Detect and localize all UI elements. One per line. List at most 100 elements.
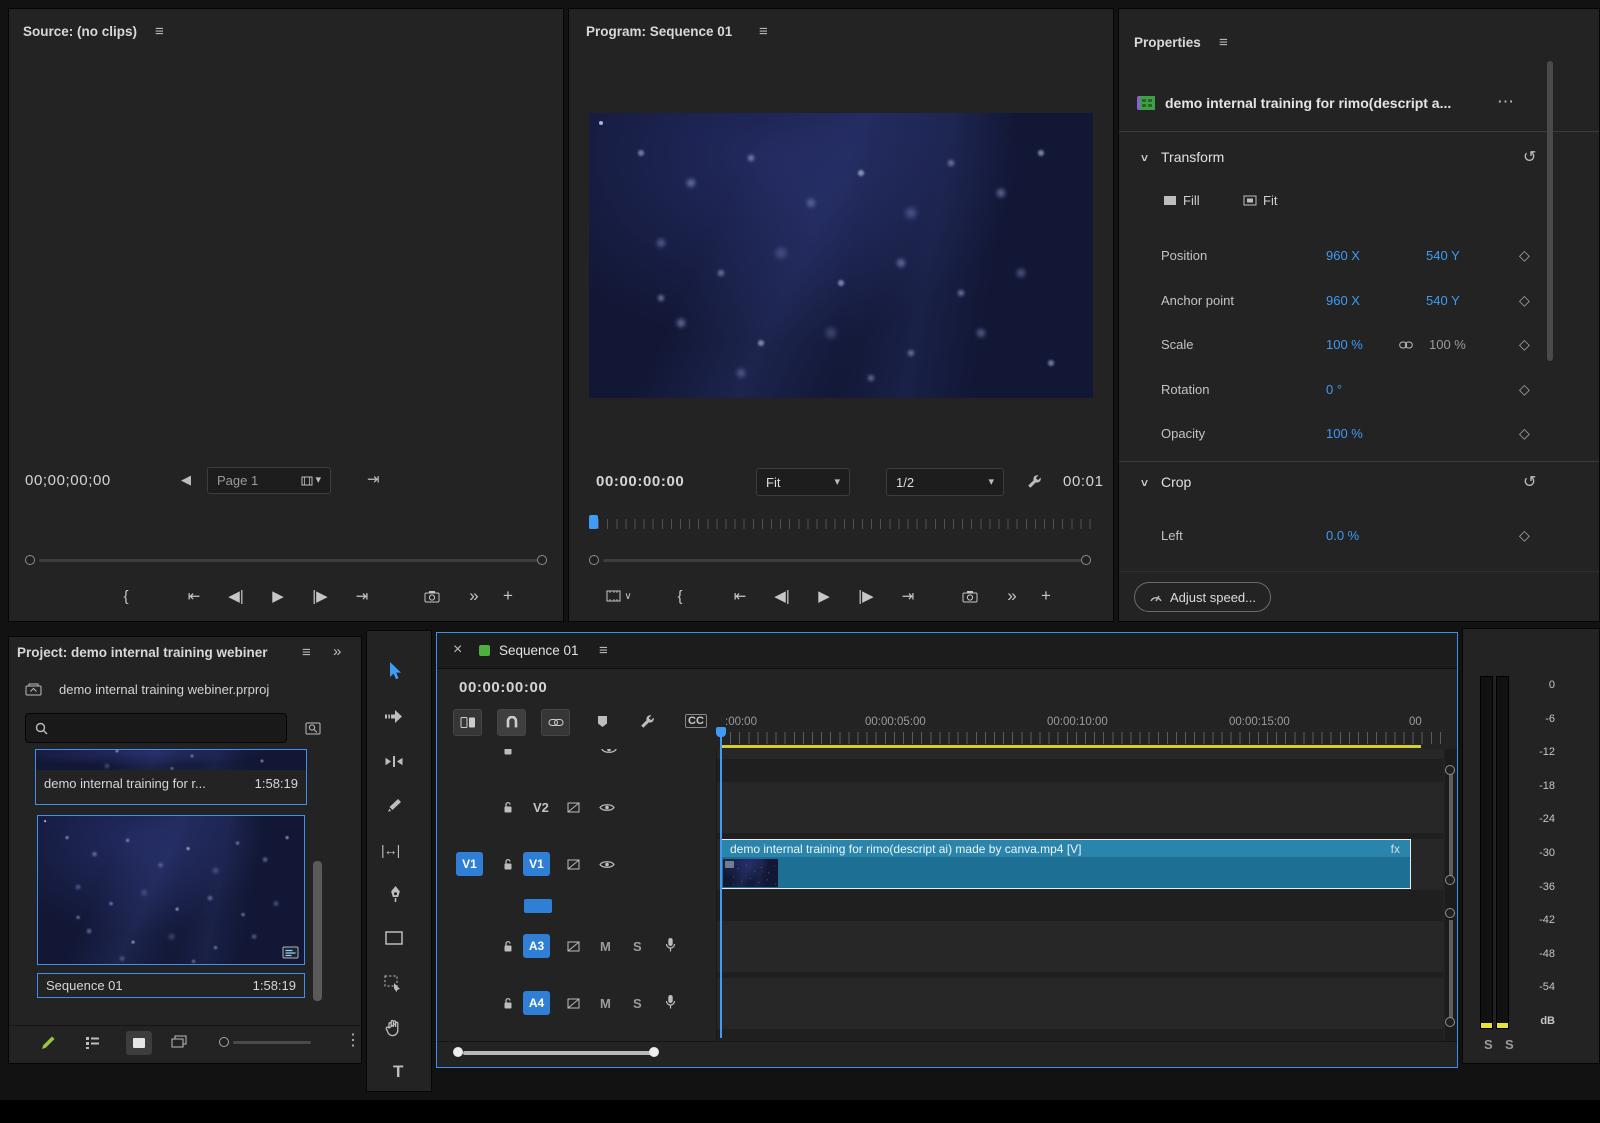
transform-section-label[interactable]: Transform <box>1161 149 1224 165</box>
meter-solo-right-button[interactable]: S <box>1505 1037 1514 1052</box>
mark-in-icon[interactable]: { <box>105 588 147 605</box>
voiceover-mic-icon[interactable] <box>665 994 676 1010</box>
audio-tracks-scrollbar[interactable] <box>1449 920 1453 1020</box>
sync-lock-icon[interactable] <box>567 859 580 870</box>
keyframe-diamond-icon[interactable]: ◇ <box>1519 247 1530 264</box>
track-v3-header[interactable] <box>437 749 717 759</box>
project-kebab-icon[interactable]: ⋮ <box>345 1033 361 1049</box>
track-a3-target[interactable]: A3 <box>523 934 550 958</box>
anchor-y-value[interactable]: 540 Y <box>1426 293 1460 308</box>
keyframe-diamond-icon[interactable]: ◇ <box>1519 336 1530 353</box>
toggle-track-output-eye-icon[interactable] <box>599 802 615 813</box>
playhead-line[interactable] <box>720 732 722 1038</box>
timeline-panel-menu-icon[interactable]: ≡ <box>599 642 608 659</box>
mute-track-button[interactable]: M <box>600 939 611 954</box>
go-to-next-edit-icon[interactable]: ⇥ <box>367 472 380 487</box>
track-v3-lane[interactable] <box>717 749 1443 759</box>
slip-tool[interactable]: |↔| <box>381 843 399 857</box>
work-area-bar[interactable] <box>721 745 1421 748</box>
scale-y-value[interactable]: 100 % <box>1429 337 1466 352</box>
insert-overwrite-button[interactable] <box>453 709 482 736</box>
play-button-icon[interactable]: ▶ <box>257 587 299 605</box>
keyframe-diamond-icon[interactable]: ◇ <box>1519 527 1530 544</box>
program-zoom-handle-left[interactable] <box>589 555 599 565</box>
search-input[interactable] <box>54 717 279 739</box>
link-scale-icon[interactable] <box>1399 341 1413 349</box>
transport-overflow-icon[interactable]: » <box>991 586 1033 606</box>
fit-button[interactable]: Fit <box>1243 193 1277 208</box>
sync-lock-icon[interactable] <box>567 941 580 952</box>
adjust-speed-button[interactable]: Adjust speed... <box>1134 582 1271 612</box>
position-y-value[interactable]: 540 Y <box>1426 248 1460 263</box>
comparison-view-icon[interactable]: ∨ <box>593 590 645 602</box>
type-tool[interactable]: T <box>393 1063 403 1080</box>
snap-button[interactable] <box>497 709 526 736</box>
captions-cc-button[interactable]: CC <box>685 714 707 728</box>
go-to-out-icon[interactable]: ⇥ <box>887 587 929 605</box>
thumbnail-size-slider-handle[interactable] <box>219 1037 229 1047</box>
clip-more-icon[interactable]: ⋯ <box>1497 93 1514 110</box>
project-item-sequence-thumbnail[interactable] <box>37 815 305 965</box>
track-divider-handle[interactable] <box>524 899 552 913</box>
crop-reset-icon[interactable]: ↺ <box>1523 472 1536 492</box>
program-playhead[interactable] <box>589 515 598 529</box>
properties-panel-menu-icon[interactable]: ≡ <box>1219 34 1228 51</box>
transform-chevron-icon[interactable]: > <box>1138 154 1152 161</box>
page-selector[interactable]: Page 1 ▾ <box>207 467 331 494</box>
step-back-icon[interactable]: ◀| <box>761 587 803 605</box>
go-to-out-icon[interactable]: ⇥ <box>341 587 383 605</box>
source-patch-v1[interactable]: V1 <box>456 852 483 876</box>
crop-section-label[interactable]: Crop <box>1161 474 1191 490</box>
selection-tool[interactable] <box>385 661 403 681</box>
panel-overflow-icon[interactable]: » <box>333 644 341 659</box>
voiceover-mic-icon[interactable] <box>665 937 676 953</box>
hand-tool[interactable] <box>384 1019 402 1037</box>
mute-track-button[interactable]: M <box>600 996 611 1011</box>
solo-track-button[interactable]: S <box>633 996 642 1011</box>
export-frame-icon[interactable] <box>411 590 453 603</box>
play-button-icon[interactable]: ▶ <box>803 587 845 605</box>
scale-x-value[interactable]: 100 % <box>1326 337 1363 352</box>
lock-track-icon[interactable] <box>502 940 514 953</box>
rectangle-tool[interactable] <box>385 931 403 945</box>
h-scroll-knob-right[interactable] <box>649 1047 659 1057</box>
playhead-head[interactable] <box>716 727 726 737</box>
icon-view-button[interactable] <box>126 1031 152 1055</box>
meter-solo-left-button[interactable]: S <box>1484 1037 1493 1052</box>
timeline-timecode[interactable]: 00:00:00:00 <box>459 679 547 696</box>
program-zoom-handle-right[interactable] <box>1081 555 1091 565</box>
transform-reset-icon[interactable]: ↺ <box>1523 147 1536 167</box>
anchor-x-value[interactable]: 960 X <box>1326 293 1360 308</box>
solo-track-button[interactable]: S <box>633 939 642 954</box>
playback-resolution-select[interactable]: 1/2 ▾ <box>886 468 1004 496</box>
crop-left-value[interactable]: 0.0 % <box>1326 528 1359 543</box>
project-item-video[interactable]: demo internal training for r... 1:58:19 <box>35 749 307 805</box>
video-tracks-scrollbar[interactable] <box>1449 771 1453 883</box>
keyframe-diamond-icon[interactable]: ◇ <box>1519 425 1530 442</box>
timeline-settings-wrench-icon[interactable] <box>640 714 655 729</box>
scroll-knob[interactable] <box>1445 908 1455 918</box>
sync-lock-icon[interactable] <box>567 998 580 1009</box>
scroll-knob[interactable] <box>1445 875 1455 885</box>
crop-chevron-icon[interactable]: > <box>1138 479 1152 486</box>
list-view-icon[interactable] <box>85 1036 100 1049</box>
step-back-icon[interactable]: ◀| <box>215 587 257 605</box>
find-in-project-icon[interactable] <box>305 721 322 736</box>
h-scroll-knob-left[interactable] <box>453 1047 463 1057</box>
mark-in-icon[interactable]: { <box>659 588 701 605</box>
linked-selection-button[interactable] <box>541 709 570 736</box>
freeform-view-icon[interactable] <box>171 1035 187 1048</box>
track-v2-lane[interactable] <box>717 782 1443 833</box>
close-tab-icon[interactable]: × <box>453 642 462 658</box>
program-panel-menu-icon[interactable]: ≡ <box>759 23 768 40</box>
add-button-icon[interactable]: + <box>1033 586 1059 606</box>
project-scrollbar[interactable] <box>313 861 322 1001</box>
object-select-tool[interactable] <box>384 975 403 992</box>
lock-track-icon[interactable] <box>502 801 514 814</box>
step-forward-icon[interactable]: |▶ <box>845 587 887 605</box>
go-to-in-icon[interactable]: ⇤ <box>719 587 761 605</box>
track-a3-lane[interactable] <box>717 921 1443 972</box>
thumbnail-size-slider[interactable] <box>233 1041 311 1044</box>
pen-tool[interactable] <box>389 885 402 903</box>
add-button-icon[interactable]: + <box>495 586 521 606</box>
